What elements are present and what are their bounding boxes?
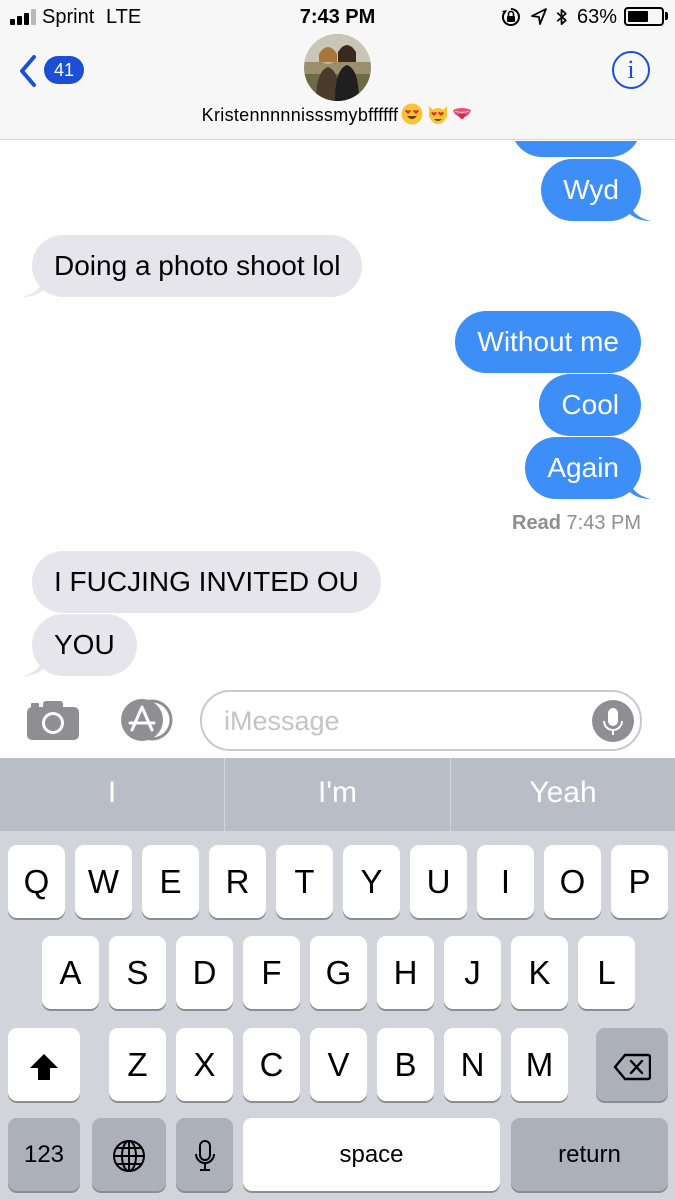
conversation-header: 41 Kristennnnnisssmybffffff i — [0, 34, 675, 140]
message-bubble-received[interactable]: YOU — [22, 614, 137, 676]
key-c[interactable]: C — [243, 1028, 300, 1101]
location-icon — [531, 8, 547, 25]
heart-eyes-emoji-icon — [401, 103, 423, 125]
orientation-lock-icon — [501, 8, 520, 26]
numbers-key[interactable]: 123 — [8, 1118, 80, 1191]
composer-bar: iMessage — [0, 678, 675, 758]
camera-icon[interactable] — [26, 699, 80, 741]
app-store-icon[interactable] — [113, 698, 173, 742]
contact-name[interactable]: Kristennnnnisssmybffffff — [0, 103, 675, 126]
shift-key[interactable] — [8, 1028, 80, 1101]
message-text: Cool — [561, 389, 619, 420]
shift-arrow-icon — [30, 1054, 58, 1080]
status-time: 7:43 PM — [299, 6, 376, 28]
key-d[interactable]: D — [176, 936, 233, 1009]
space-key[interactable]: space — [243, 1118, 500, 1191]
key-m[interactable]: M — [511, 1028, 568, 1101]
delete-key[interactable] — [596, 1028, 668, 1101]
read-receipt: Read 7:43 PM — [512, 512, 641, 535]
key-q[interactable]: Q — [8, 845, 65, 918]
contact-avatar[interactable] — [304, 34, 371, 101]
unread-count-badge: 41 — [44, 56, 84, 84]
contact-name-text: Kristennnnnisssmybffffff — [201, 105, 399, 125]
message-thread[interactable]: Wyd Doing a photo shoot lol Without me C… — [0, 141, 675, 678]
key-p[interactable]: P — [611, 845, 668, 918]
key-x[interactable]: X — [176, 1028, 233, 1101]
heart-eyes-cat-emoji-icon — [426, 103, 448, 125]
read-label: Read — [512, 512, 561, 534]
read-time: 7:43 PM — [566, 512, 641, 534]
bubble-tail — [627, 197, 651, 221]
key-b[interactable]: B — [377, 1028, 434, 1101]
message-bubble-received[interactable]: Doing a photo shoot lol — [22, 235, 363, 297]
dictation-button[interactable] — [592, 700, 634, 742]
prediction-3[interactable]: Yeah — [451, 758, 675, 831]
message-text: Doing a photo shoot lol — [54, 250, 341, 281]
key-n[interactable]: N — [444, 1028, 501, 1101]
tongue-emoji-icon — [451, 103, 473, 125]
battery-cap — [665, 12, 668, 20]
dictation-key[interactable] — [176, 1118, 233, 1191]
key-u[interactable]: U — [410, 845, 467, 918]
bubble-tail — [627, 475, 651, 499]
key-j[interactable]: J — [444, 936, 501, 1009]
message-text: YOU — [54, 629, 115, 660]
battery-icon — [624, 7, 664, 26]
message-text: Without me — [477, 326, 619, 357]
message-bubble-sent[interactable]: Wyd — [541, 159, 651, 221]
key-r[interactable]: R — [209, 845, 266, 918]
backspace-icon — [613, 1053, 652, 1081]
key-w[interactable]: W — [75, 845, 132, 918]
prediction-2[interactable]: I'm — [225, 758, 450, 831]
message-bubble-partial[interactable] — [511, 141, 641, 157]
key-v[interactable]: V — [310, 1028, 367, 1101]
key-f[interactable]: F — [243, 936, 300, 1009]
key-i[interactable]: I — [477, 845, 534, 918]
key-e[interactable]: E — [142, 845, 199, 918]
key-l[interactable]: L — [578, 936, 635, 1009]
microphone-icon — [194, 1140, 215, 1171]
back-button[interactable]: 41 — [18, 52, 88, 92]
key-y[interactable]: Y — [343, 845, 400, 918]
bluetooth-icon — [556, 9, 567, 25]
bubble-tail — [22, 273, 46, 297]
chevron-left-icon — [20, 55, 36, 87]
key-o[interactable]: O — [544, 845, 601, 918]
keyboard: I I'm Yeah Q W E R T Y U I O P A S D F G… — [0, 758, 675, 1200]
key-a[interactable]: A — [42, 936, 99, 1009]
status-bar: Sprint LTE 7:43 PM 63% — [0, 0, 675, 34]
microphone-icon — [603, 708, 623, 735]
message-text: Wyd — [563, 174, 619, 205]
message-bubble-sent[interactable]: Again — [525, 437, 651, 499]
globe-key[interactable] — [92, 1118, 166, 1191]
prediction-1[interactable]: I — [0, 758, 224, 831]
key-z[interactable]: Z — [109, 1028, 166, 1101]
key-s[interactable]: S — [109, 936, 166, 1009]
key-t[interactable]: T — [276, 845, 333, 918]
info-button[interactable]: i — [612, 51, 650, 89]
key-h[interactable]: H — [377, 936, 434, 1009]
globe-icon — [113, 1140, 145, 1172]
message-bubble-received[interactable]: I FUCJING INVITED OU — [32, 551, 381, 613]
imessage-input[interactable]: iMessage — [200, 690, 642, 751]
message-bubble-sent[interactable]: Without me — [455, 311, 641, 373]
message-text: I FUCJING INVITED OU — [54, 566, 359, 597]
key-g[interactable]: G — [310, 936, 367, 1009]
return-key[interactable]: return — [511, 1118, 668, 1191]
predictive-bar: I I'm Yeah — [0, 758, 675, 831]
battery-percent: 63% — [577, 6, 618, 28]
message-bubble-sent[interactable]: Cool — [539, 374, 641, 436]
message-text: Again — [547, 452, 619, 483]
bubble-tail — [22, 652, 46, 676]
key-k[interactable]: K — [511, 936, 568, 1009]
imessage-placeholder: iMessage — [224, 706, 340, 736]
